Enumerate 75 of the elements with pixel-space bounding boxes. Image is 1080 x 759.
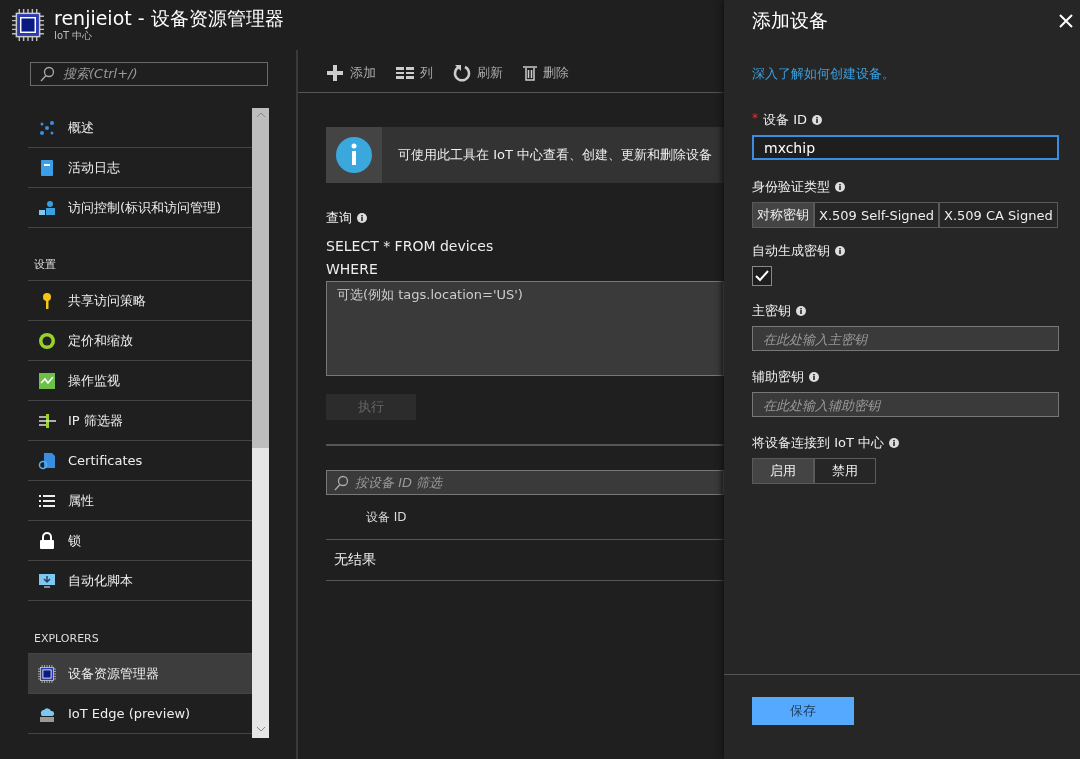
nav-item[interactable]: 设备资源管理器 — [28, 654, 252, 694]
monitor-chart-icon — [38, 371, 56, 390]
info-icon — [835, 246, 845, 256]
toolbar-button[interactable]: 刷新 — [453, 64, 503, 82]
device-id-input[interactable]: mxchip — [752, 135, 1059, 160]
check-icon — [755, 270, 769, 282]
toolbar-button[interactable]: 添加 — [326, 64, 376, 82]
primary-key-input[interactable]: 在此处输入主密钥 — [752, 326, 1059, 351]
search-field[interactable]: 搜索(Ctrl+/) — [30, 62, 268, 86]
query-text: SELECT * FROM devices — [326, 237, 495, 256]
network-icon — [38, 118, 56, 137]
page-subtitle: IoT 中心 — [54, 30, 93, 43]
section-heading: 设置 — [34, 257, 56, 272]
filter-field[interactable]: 按设备 ID 筛选 — [326, 470, 724, 495]
trash-icon — [523, 65, 537, 81]
connect-option[interactable]: 启用 — [752, 458, 814, 484]
filter-icon — [38, 411, 56, 430]
refresh-icon — [453, 64, 471, 82]
info-icon — [835, 182, 845, 192]
required-mark: * — [752, 111, 758, 125]
nav-item[interactable]: 活动日志 — [28, 148, 252, 188]
log-icon — [38, 158, 56, 177]
query-text: WHERE — [326, 260, 379, 279]
info-icon — [809, 372, 819, 382]
lock-icon — [38, 531, 56, 550]
coin-icon — [38, 331, 56, 350]
page-title: renjieiot - 设备资源管理器 — [54, 7, 284, 29]
nav-item[interactable]: 定价和缩放 — [28, 321, 252, 361]
info-icon — [357, 213, 367, 223]
info-icon — [889, 438, 899, 448]
chip-icon — [12, 9, 44, 41]
field-label: 设备 ID — [763, 111, 807, 129]
users-icon — [38, 198, 56, 217]
where-input[interactable]: 可选(例如 tags.location='US') — [326, 281, 724, 376]
column-header: 设备 ID — [366, 508, 407, 526]
field-label: 辅助密钥 — [752, 368, 804, 386]
chevron-up-icon — [255, 112, 266, 118]
nav-item[interactable]: Certificates — [28, 441, 252, 481]
nav-item[interactable]: 锁 — [28, 521, 252, 561]
close-button[interactable] — [1059, 14, 1073, 28]
info-icon — [812, 115, 822, 125]
auth-type-option[interactable]: X.509 Self-Signed — [814, 202, 939, 228]
monitor-download-icon — [38, 571, 56, 590]
query-label: 查询 — [326, 209, 352, 227]
auth-type-option[interactable]: X.509 CA Signed — [939, 202, 1058, 228]
info-icon — [796, 306, 806, 316]
search-icon — [39, 66, 55, 82]
certificate-icon — [38, 451, 56, 470]
scrollbar[interactable] — [252, 108, 269, 738]
field-label: 身份验证类型 — [752, 178, 830, 196]
nav-item[interactable]: 自动化脚本 — [28, 561, 252, 601]
toolbar-button[interactable]: 删除 — [523, 64, 569, 82]
nav-item[interactable]: IoT Edge (preview) — [28, 694, 252, 734]
plus-icon — [326, 64, 344, 82]
panel-title: 添加设备 — [752, 8, 828, 33]
close-icon — [1059, 14, 1073, 28]
help-link[interactable]: 深入了解如何创建设备。 — [752, 65, 1059, 83]
banner-text: 可使用此工具在 IoT 中心查看、创建、更新和删除设备 — [398, 146, 712, 164]
nav-item[interactable]: 操作监视 — [28, 361, 252, 401]
auth-type-option[interactable]: 对称密钥 — [752, 202, 814, 228]
chevron-down-icon — [255, 726, 266, 732]
field-label: 将设备连接到 IoT 中心 — [752, 434, 884, 452]
connect-option[interactable]: 禁用 — [814, 458, 876, 484]
empty-message: 无结果 — [334, 551, 376, 569]
field-label: 自动生成密钥 — [752, 242, 830, 260]
section-heading: EXPLORERS — [34, 632, 99, 645]
save-button[interactable]: 保存 — [752, 697, 854, 725]
search-icon — [333, 474, 349, 491]
field-label: 主密钥 — [752, 302, 791, 320]
info-icon — [336, 137, 372, 173]
checkbox[interactable] — [752, 266, 772, 286]
toolbar-button[interactable]: 列 — [396, 64, 433, 82]
secondary-key-input[interactable]: 在此处输入辅助密钥 — [752, 392, 1059, 417]
columns-icon — [396, 67, 414, 79]
chip-icon — [38, 664, 56, 683]
